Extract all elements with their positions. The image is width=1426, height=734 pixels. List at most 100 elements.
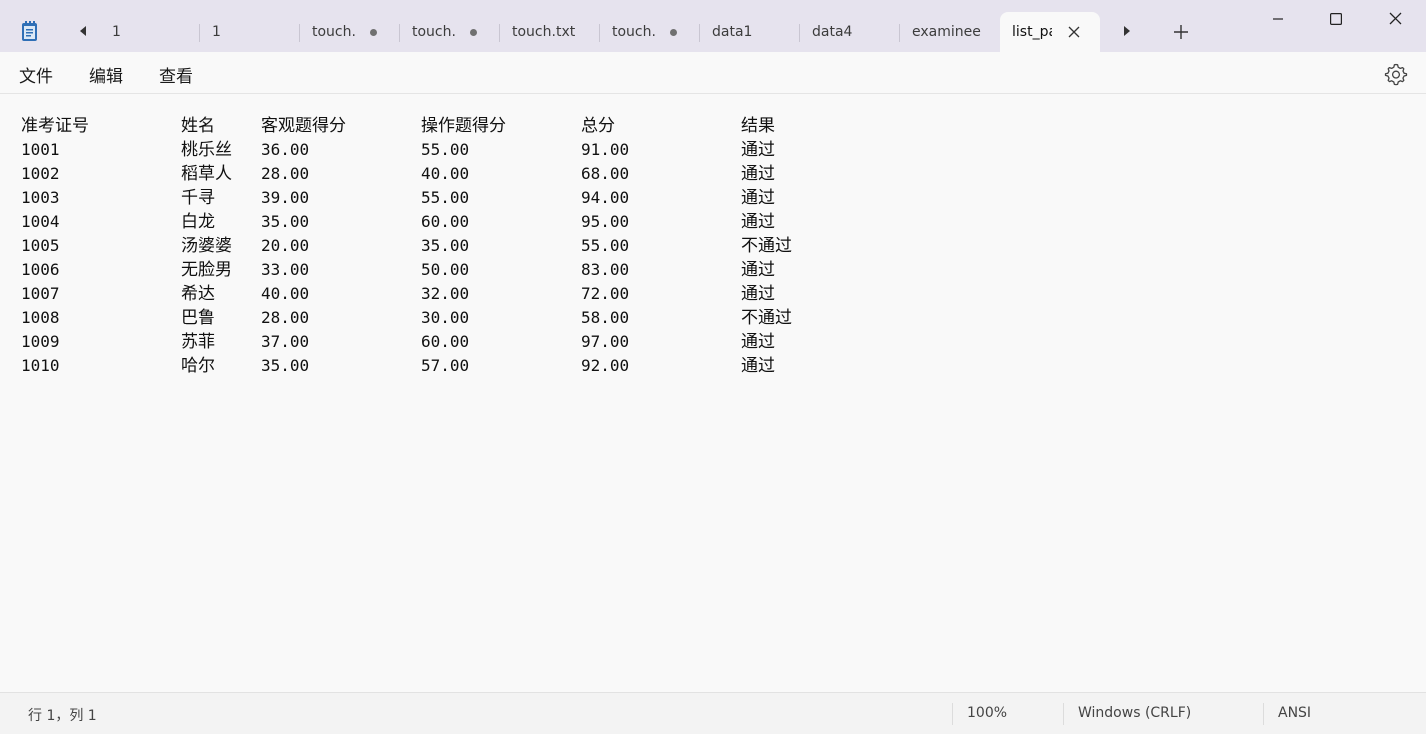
header-line: 准考证号 姓名 客观题得分 操作题得分 总分 结果: [0, 114, 900, 138]
close-icon[interactable]: [1064, 22, 1084, 42]
tab[interactable]: touch.txt: [500, 12, 600, 52]
operation-score: 32.00: [421, 284, 470, 303]
zoom-level[interactable]: 100%: [967, 705, 1007, 721]
status-divider: [1263, 703, 1264, 725]
menu-view[interactable]: 查看: [159, 62, 193, 87]
title-bar: 1 1 touch. touch. touch.txt touch. data1…: [0, 0, 1426, 52]
result: 不通过: [741, 308, 792, 328]
unsaved-dot-icon: [370, 29, 377, 36]
tab[interactable]: 1: [200, 12, 300, 52]
objective-score: 28.00: [261, 308, 310, 327]
objective-score: 28.00: [261, 164, 310, 183]
column-header: 总分: [581, 116, 615, 136]
exam-id: 1009: [21, 332, 60, 351]
close-window-button[interactable]: [1366, 0, 1424, 38]
tab-strip: 1 1 touch. touch. touch.txt touch. data1…: [100, 12, 1100, 52]
text-line: 1010 哈尔 35.00 57.00 92.00 通过: [0, 354, 900, 378]
status-divider: [1063, 703, 1064, 725]
text-line: 1005 汤婆婆 20.00 35.00 55.00 不通过: [0, 234, 900, 258]
tab[interactable]: touch.: [600, 12, 700, 52]
operation-score: 40.00: [421, 164, 470, 183]
name: 汤婆婆: [181, 236, 232, 256]
encoding[interactable]: ANSI: [1278, 705, 1311, 721]
text-line: 1004 白龙 35.00 60.00 95.00 通过: [0, 210, 900, 234]
operation-score: 50.00: [421, 260, 470, 279]
menu-file[interactable]: 文件: [19, 62, 53, 87]
exam-id: 1010: [21, 356, 60, 375]
tab-scroll-left-button[interactable]: [70, 14, 96, 50]
tab-label: touch.: [612, 24, 656, 40]
total-score: 72.00: [581, 284, 630, 303]
name: 希达: [181, 284, 215, 304]
objective-score: 35.00: [261, 212, 310, 231]
column-header: 客观题得分: [261, 116, 346, 136]
caret-left-icon: [78, 25, 88, 40]
name: 无脸男: [181, 260, 232, 280]
tab[interactable]: data1: [700, 12, 800, 52]
tab-scroll-right-button[interactable]: [1114, 14, 1140, 50]
objective-score: 35.00: [261, 356, 310, 375]
name: 哈尔: [181, 356, 215, 376]
total-score: 55.00: [581, 236, 630, 255]
total-score: 91.00: [581, 140, 630, 159]
unsaved-dot-icon: [670, 29, 677, 36]
total-score: 92.00: [581, 356, 630, 375]
result: 通过: [741, 164, 775, 184]
objective-score: 33.00: [261, 260, 310, 279]
tab[interactable]: 1: [100, 12, 200, 52]
column-header: 姓名: [181, 116, 215, 136]
text-editor[interactable]: 准考证号 姓名 客观题得分 操作题得分 总分 结果 1001 桃乐丝 36.00…: [0, 94, 1426, 692]
total-score: 58.00: [581, 308, 630, 327]
name: 稻草人: [181, 164, 232, 184]
tab-active[interactable]: list_pa: [1000, 12, 1100, 52]
objective-score: 37.00: [261, 332, 310, 351]
tab-label: data4: [812, 24, 853, 40]
notepad-icon: [20, 20, 40, 42]
result: 通过: [741, 140, 775, 160]
exam-id: 1002: [21, 164, 60, 183]
name: 千寻: [181, 188, 215, 208]
maximize-button[interactable]: [1307, 0, 1365, 38]
total-score: 94.00: [581, 188, 630, 207]
exam-id: 1003: [21, 188, 60, 207]
operation-score: 30.00: [421, 308, 470, 327]
total-score: 68.00: [581, 164, 630, 183]
name: 巴鲁: [181, 308, 215, 328]
operation-score: 55.00: [421, 188, 470, 207]
total-score: 95.00: [581, 212, 630, 231]
unsaved-dot-icon: [470, 29, 477, 36]
line-ending[interactable]: Windows (CRLF): [1078, 705, 1191, 721]
status-divider: [952, 703, 953, 725]
tab-label: 1: [112, 24, 121, 40]
name: 桃乐丝: [181, 140, 232, 160]
minimize-button[interactable]: [1249, 0, 1307, 38]
tab[interactable]: touch.: [300, 12, 400, 52]
result: 通过: [741, 260, 775, 280]
column-header: 操作题得分: [421, 116, 506, 136]
text-line: 1008 巴鲁 28.00 30.00 58.00 不通过: [0, 306, 900, 330]
new-tab-button[interactable]: [1166, 14, 1196, 50]
tab[interactable]: data4: [800, 12, 900, 52]
tab[interactable]: touch.: [400, 12, 500, 52]
cursor-position[interactable]: 行 1，列 1: [28, 705, 97, 725]
name: 苏菲: [181, 332, 215, 352]
tab-label: examinee: [912, 24, 981, 40]
tab-label: touch.txt: [512, 24, 576, 40]
name: 白龙: [181, 212, 215, 232]
operation-score: 60.00: [421, 212, 470, 231]
exam-id: 1006: [21, 260, 60, 279]
tab[interactable]: examinee: [900, 12, 1000, 52]
exam-id: 1005: [21, 236, 60, 255]
text-line: 1007 希达 40.00 32.00 72.00 通过: [0, 282, 900, 306]
result: 通过: [741, 356, 775, 376]
operation-score: 35.00: [421, 236, 470, 255]
objective-score: 20.00: [261, 236, 310, 255]
text-line: 1001 桃乐丝 36.00 55.00 91.00 通过: [0, 138, 900, 162]
exam-id: 1001: [21, 140, 60, 159]
gear-icon[interactable]: [1384, 62, 1408, 86]
result: 不通过: [741, 236, 792, 256]
exam-id: 1007: [21, 284, 60, 303]
result: 通过: [741, 188, 775, 208]
menu-edit[interactable]: 编辑: [89, 62, 123, 87]
tab-label: touch.: [412, 24, 456, 40]
